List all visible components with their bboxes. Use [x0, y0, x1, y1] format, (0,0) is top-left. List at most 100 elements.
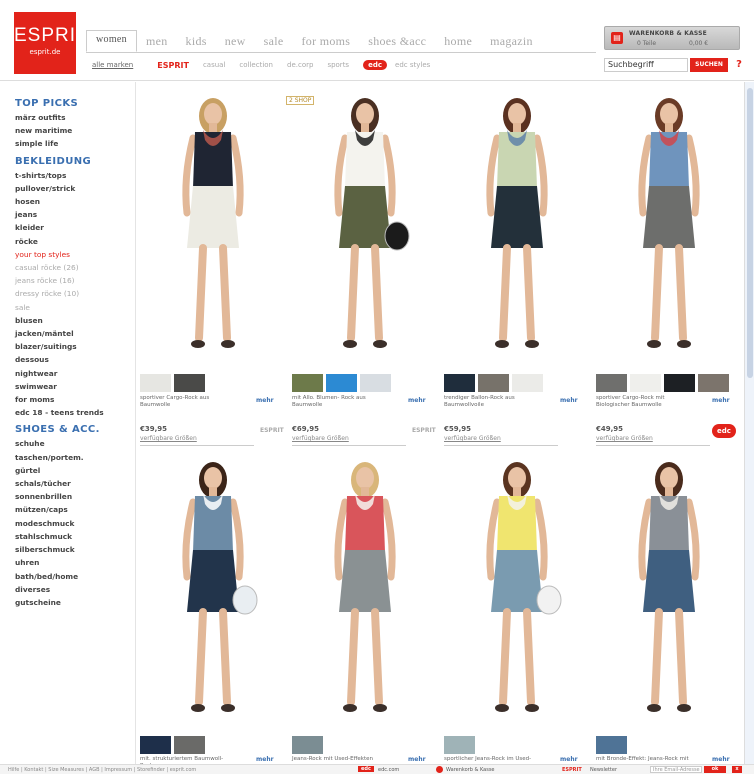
sidebar-item[interactable]: new maritime: [15, 124, 135, 137]
subnav-edc[interactable]: edc: [363, 60, 388, 70]
color-swatch[interactable]: [478, 374, 509, 392]
color-swatch[interactable]: [630, 374, 661, 392]
footer-cart-link[interactable]: Warenkorb & Kasse: [446, 767, 495, 773]
sidebar-item[interactable]: schals/tücher: [15, 477, 135, 490]
sidebar-item[interactable]: jeans: [15, 208, 135, 221]
footer-edc-link[interactable]: edc.com: [378, 767, 399, 773]
color-swatch[interactable]: [664, 374, 695, 392]
close-icon[interactable]: x: [732, 766, 742, 773]
sidebar-item[interactable]: blusen: [15, 314, 135, 327]
product-photo[interactable]: [305, 452, 425, 732]
available-sizes-link[interactable]: verfügbare Größen: [444, 435, 501, 442]
sidebar-item[interactable]: sonnenbrillen: [15, 490, 135, 503]
color-swatch[interactable]: [360, 374, 391, 392]
search-input[interactable]: Suchbegriff: [604, 58, 688, 72]
color-swatch[interactable]: [444, 736, 475, 754]
tab-women[interactable]: women: [86, 30, 137, 52]
tab-new[interactable]: new: [216, 34, 255, 52]
sidebar-item[interactable]: bath/bed/home: [15, 570, 135, 583]
sidebar-item[interactable]: simple life: [15, 137, 135, 150]
footer-link-help[interactable]: Hilfe: [8, 767, 19, 773]
color-swatch[interactable]: [174, 374, 205, 392]
color-swatch[interactable]: [292, 374, 323, 392]
subnav-collection[interactable]: collection: [239, 61, 273, 69]
help-button[interactable]: ?: [734, 58, 744, 72]
subnav-esprit[interactable]: ESPRIT: [157, 61, 189, 70]
color-swatch[interactable]: [326, 374, 357, 392]
sidebar-item[interactable]: t-shirts/tops: [15, 169, 135, 182]
sidebar-item[interactable]: diverses: [15, 583, 135, 596]
tab-magazin[interactable]: magazin: [481, 34, 542, 52]
product-photo[interactable]: [609, 452, 729, 732]
product-description[interactable]: mit Bronde-Effekt: Jeans-Rock mit: [596, 756, 691, 763]
footer-link-sizes[interactable]: Size Measures: [48, 767, 84, 773]
color-swatch[interactable]: [140, 374, 171, 392]
product-photo[interactable]: [153, 88, 273, 368]
subnav-all-brands[interactable]: alle marken: [92, 61, 133, 69]
esprit-logo[interactable]: ESPRIT esprit.de: [14, 12, 88, 74]
tab-for-moms[interactable]: for moms: [293, 34, 360, 52]
color-swatch[interactable]: [698, 374, 729, 392]
tab-kids[interactable]: kids: [177, 34, 216, 52]
footer-edc-badge[interactable]: edc: [358, 766, 374, 772]
footer-link-esprit-com[interactable]: esprit.com: [170, 767, 197, 773]
sidebar-heading[interactable]: BEKLEIDUNG: [15, 155, 135, 169]
product-description[interactable]: Jeans-Rock mit Used-Effekten: [292, 756, 387, 763]
sidebar-item[interactable]: gürtel: [15, 464, 135, 477]
product-description[interactable]: trendiger Ballon-Rock aus Baumwollvoile: [444, 395, 539, 409]
more-link[interactable]: mehr: [256, 756, 274, 763]
available-sizes-link[interactable]: verfügbare Größen: [596, 435, 653, 442]
more-link[interactable]: mehr: [712, 756, 730, 763]
color-swatch[interactable]: [174, 736, 205, 754]
subnav-edc-styles[interactable]: edc styles: [395, 61, 430, 69]
subnav-sports[interactable]: sports: [327, 61, 349, 69]
edc-badge[interactable]: edc: [712, 424, 736, 438]
sidebar-item[interactable]: pullover/strick: [15, 182, 135, 195]
scrollbar[interactable]: [744, 82, 754, 764]
sidebar-item[interactable]: jeans röcke (16): [15, 274, 135, 287]
color-swatch[interactable]: [292, 736, 323, 754]
sidebar-item[interactable]: sale: [15, 301, 135, 314]
color-swatch[interactable]: [140, 736, 171, 754]
sidebar-item[interactable]: mützen/caps: [15, 503, 135, 516]
sidebar-item[interactable]: swimwear: [15, 380, 135, 393]
more-link[interactable]: mehr: [408, 756, 426, 763]
footer-link-impressum[interactable]: Impressum: [104, 767, 132, 773]
tab-home[interactable]: home: [435, 34, 481, 52]
footer-link-contact[interactable]: Kontakt: [24, 767, 43, 773]
subnav-casual[interactable]: casual: [203, 61, 225, 69]
sidebar-item[interactable]: dressy röcke (10): [15, 287, 135, 300]
product-description[interactable]: sportiver Cargo-Rock mit Biologischer Ba…: [596, 395, 691, 409]
more-link[interactable]: mehr: [256, 397, 274, 404]
cart-button[interactable]: ▤ WARENKORB & KASSE 0 Teile 0,00 €: [604, 26, 740, 50]
newsletter-submit-button[interactable]: ok: [704, 766, 726, 773]
more-link[interactable]: mehr: [712, 397, 730, 404]
product-photo[interactable]: [153, 452, 273, 732]
footer-link-agb[interactable]: AGB: [89, 767, 100, 773]
color-swatch[interactable]: [512, 374, 543, 392]
product-photo[interactable]: [609, 88, 729, 368]
sidebar-heading[interactable]: SHOES & ACC.: [15, 423, 135, 437]
product-description[interactable]: mit Allo. Blumen- Rock aus Baumwolle: [292, 395, 387, 409]
more-link[interactable]: mehr: [560, 756, 578, 763]
sidebar-item[interactable]: edc 18 - teens trends: [15, 406, 135, 419]
sidebar-item[interactable]: märz outfits: [15, 111, 135, 124]
more-link[interactable]: mehr: [560, 397, 578, 404]
footer-link-storefinder[interactable]: Storefinder: [137, 767, 165, 773]
color-swatch[interactable]: [596, 736, 627, 754]
tab-sale[interactable]: sale: [255, 34, 293, 52]
sidebar-item[interactable]: kleider: [15, 221, 135, 234]
sidebar-item[interactable]: jacken/mäntel: [15, 327, 135, 340]
product-description[interactable]: sportiver Cargo-Rock aus Baumwolle: [140, 395, 235, 409]
sidebar-heading[interactable]: TOP PICKS: [15, 97, 135, 111]
sidebar-item[interactable]: uhren: [15, 556, 135, 569]
sidebar-item[interactable]: nightwear: [15, 367, 135, 380]
sidebar-item[interactable]: for moms: [15, 393, 135, 406]
sidebar-item[interactable]: hosen: [15, 195, 135, 208]
sidebar-item[interactable]: dessous: [15, 353, 135, 366]
sidebar-item[interactable]: silberschmuck: [15, 543, 135, 556]
sidebar-item[interactable]: stahlschmuck: [15, 530, 135, 543]
scroll-thumb[interactable]: [747, 88, 753, 378]
subnav-de-corp[interactable]: de.corp: [287, 61, 313, 69]
available-sizes-link[interactable]: verfügbare Größen: [140, 435, 197, 442]
